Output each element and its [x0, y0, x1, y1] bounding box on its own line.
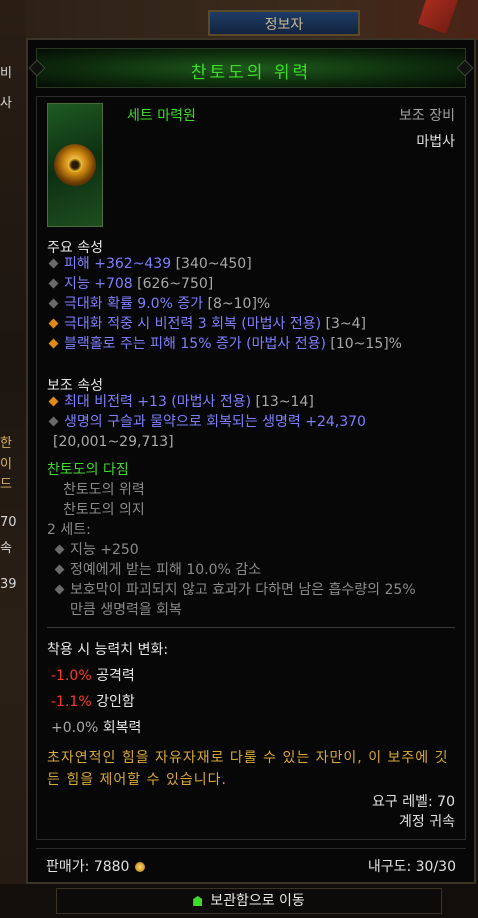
set-piece: 찬토도의 위력	[63, 482, 145, 498]
tooltip-body: 세트 마력원 보조 장비 마법사 주요 속성 피해 +362~439 [340~…	[36, 96, 466, 840]
tooltip-footer: 판매가: 7880 내구도: 30/30	[36, 848, 466, 879]
flavor-text: 초자연적인 힘을 자유자재로 다룰 수 있는 자만이, 이 보주에 깃든 힘을 …	[47, 750, 449, 788]
divider	[47, 627, 455, 628]
set-bonus: 보호막이 파괴되지 않고 효과가 다하면 남은 흡수량의 25%	[53, 581, 416, 599]
info-button[interactable]: 정보자	[208, 10, 360, 36]
title-bar: 찬토도의 위력	[36, 48, 466, 88]
secondary-stat-range: [20,001~29,713]	[53, 434, 174, 450]
set-bonus-cont: 만큼 생명력을 회복	[70, 602, 182, 618]
gold-coin-icon	[135, 862, 146, 872]
required-level: 요구 레벨: 70	[372, 794, 455, 810]
primary-stat: 극대화 적중 시 비전력 3 회복 (마법사 전용) [3~4]	[47, 315, 366, 333]
primary-stat: 극대화 확률 9.0% 증가 [8~10]%	[47, 295, 270, 313]
partial-text: 39	[0, 577, 17, 592]
partial-text: 비	[0, 66, 12, 81]
change-row: +0.0% 회복력	[51, 720, 142, 736]
set-bonus: 지능 +250	[53, 541, 139, 559]
primary-header: 주요 속성	[47, 240, 103, 256]
partial-text: 70	[0, 515, 17, 530]
item-class: 마법사	[416, 134, 455, 150]
item-tooltip: 찬토도의 위력 세트 마력원 보조 장비 마법사 주요 속성 피해 +362~4…	[26, 38, 476, 884]
move-to-stash-button[interactable]: 보관함으로 이동	[56, 888, 442, 914]
partial-text: 사	[0, 96, 12, 111]
item-image	[47, 103, 103, 227]
partial-text: 한	[0, 436, 12, 451]
partial-text: 드	[0, 477, 12, 492]
partial-text: 속	[0, 541, 12, 556]
set-bonus: 정예에게 받는 피해 10.0% 감소	[53, 561, 261, 579]
secondary-stat: 최대 비전력 +13 (마법사 전용) [13~14]	[47, 393, 314, 411]
item-name: 찬토도의 위력	[190, 63, 312, 83]
stash-icon	[193, 896, 203, 906]
secondary-stat: 생명의 구슬과 물약으로 회복되는 생명력 +24,370	[47, 413, 366, 431]
change-row: -1.0% 공격력	[51, 668, 135, 684]
secondary-header: 보조 속성	[47, 378, 103, 394]
changes-header: 착용 시 능력치 변화:	[47, 642, 169, 658]
set-name: 찬토도의 다짐	[47, 462, 129, 478]
set-piece: 찬토도의 의지	[63, 502, 145, 518]
primary-stat: 지능 +708 [626~750]	[47, 275, 213, 293]
orb-icon	[54, 144, 96, 186]
account-bound: 계정 귀속	[399, 814, 455, 830]
item-type: 세트 마력원	[127, 108, 196, 124]
item-slot: 보조 장비	[399, 108, 455, 124]
primary-stat: 블랙홀로 주는 피해 15% 증가 (마법사 전용) [10~15]%	[47, 335, 402, 353]
partial-text: 이	[0, 457, 12, 472]
primary-stat: 피해 +362~439 [340~450]	[47, 255, 252, 273]
sell-price: 판매가: 7880	[46, 856, 146, 876]
set-bonus-label: 2 세트:	[47, 522, 91, 538]
change-row: -1.1% 강인함	[51, 694, 135, 710]
durability: 내구도: 30/30	[367, 859, 456, 875]
